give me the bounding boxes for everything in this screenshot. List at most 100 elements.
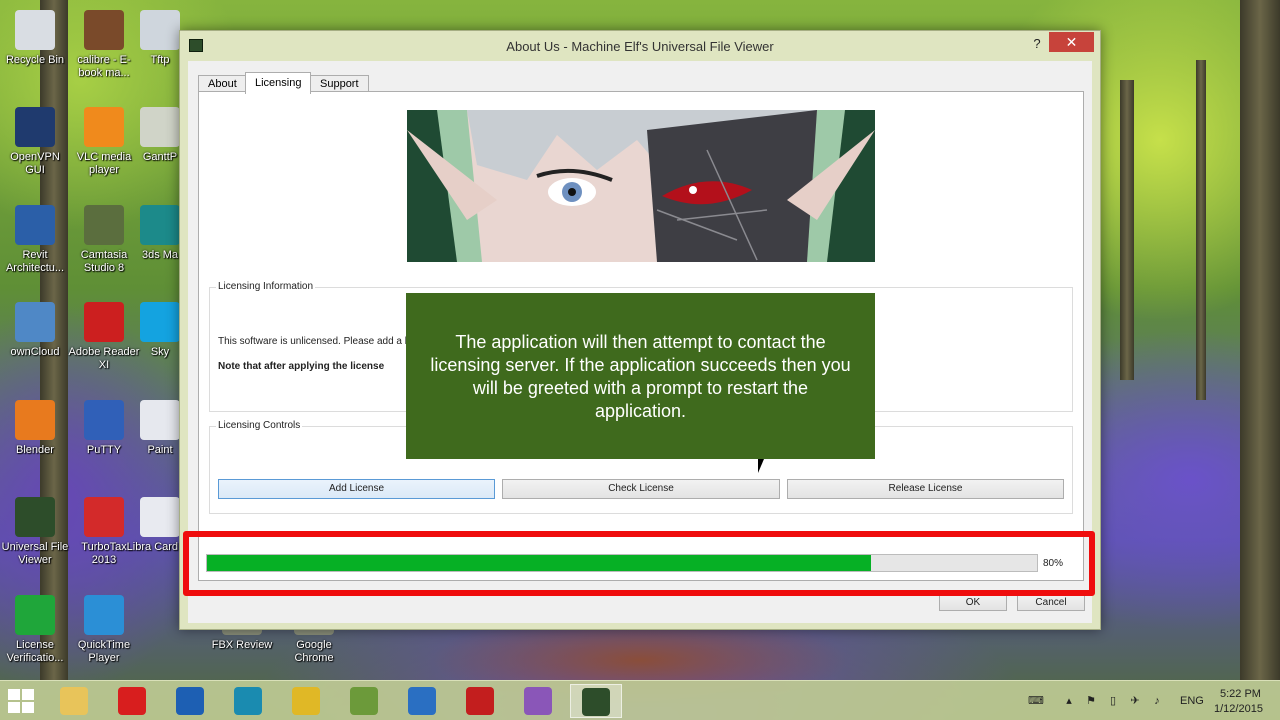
- tab-licensing[interactable]: Licensing: [245, 72, 312, 94]
- taskbar-button[interactable]: [164, 684, 216, 718]
- desktop-icon-label: Camtasia Studio 8: [80, 249, 128, 274]
- desktop-icon-label: FBX Review: [211, 639, 273, 651]
- check-license-button[interactable]: Check License: [502, 479, 780, 499]
- airplane-icon[interactable]: ✈: [1128, 695, 1142, 707]
- putty-icon: [84, 400, 124, 440]
- revit-icon: [15, 205, 55, 245]
- 3dsmax-icon: [140, 205, 180, 245]
- network-icon: [234, 687, 262, 715]
- license-note-text: Note that after applying the license: [218, 361, 385, 372]
- taskbar-button[interactable]: [338, 684, 390, 718]
- keyboard-icon[interactable]: ⌨: [1024, 695, 1048, 707]
- desktop-icon-label: Sky: [150, 346, 170, 358]
- desktop-icon-label: OpenVPN GUI: [10, 151, 60, 176]
- cancel-button[interactable]: Cancel: [1017, 594, 1085, 611]
- clock-time[interactable]: 5:22 PM: [1220, 688, 1261, 700]
- windows-logo-icon: [8, 689, 20, 700]
- taskbar-button[interactable]: [48, 684, 100, 718]
- desktop-icon-label: Google Chrome: [294, 639, 334, 664]
- close-button[interactable]: ✕: [1049, 32, 1094, 52]
- desktop-icon-label: License Verificatio...: [6, 639, 64, 664]
- flag-icon[interactable]: ⚑: [1084, 695, 1098, 707]
- desktop-icon[interactable]: Revit Architectu...: [0, 205, 71, 275]
- taskbar-button[interactable]: [222, 684, 274, 718]
- opera-icon: [118, 687, 146, 715]
- desktop-icon[interactable]: Universal File Viewer: [0, 497, 71, 567]
- taskbar-button[interactable]: [280, 684, 332, 718]
- tftp-icon: [140, 10, 180, 50]
- progress-percent: 80%: [1043, 558, 1064, 569]
- desktop-icon-label: Revit Architectu...: [5, 249, 65, 274]
- license-progress-bar: [206, 554, 1038, 572]
- desktop-icon[interactable]: Blender: [0, 400, 71, 457]
- windows-logo-icon: [22, 702, 34, 713]
- tree-trunk: [1196, 60, 1206, 400]
- taskbar: ⌨ ▴ ⚑ ▯ ✈ ♪ ENG 5:22 PM 1/12/2015: [0, 680, 1280, 720]
- desktop-icon[interactable]: ownCloud: [0, 302, 71, 359]
- desktop-icon[interactable]: OpenVPN GUI: [0, 107, 71, 177]
- tree-trunk: [1120, 80, 1134, 380]
- desktop-icon[interactable]: License Verificatio...: [0, 595, 71, 665]
- gantt-icon: [140, 107, 180, 147]
- firefox-icon: [408, 687, 436, 715]
- ok-button[interactable]: OK: [939, 594, 1007, 611]
- taskbar-button[interactable]: [570, 684, 622, 718]
- library-card-icon: [140, 497, 180, 537]
- app-icon: [350, 687, 378, 715]
- turbotax-icon: [84, 497, 124, 537]
- vlc-icon: [84, 107, 124, 147]
- taskbar-button[interactable]: [512, 684, 564, 718]
- blender-icon: [15, 400, 55, 440]
- desktop-icon[interactable]: QuickTime Player: [68, 595, 140, 665]
- release-license-button[interactable]: Release License: [787, 479, 1064, 499]
- desktop-icon-label: PuTTY: [86, 444, 122, 456]
- skype-icon: [140, 302, 180, 342]
- desktop-icon-label: Blender: [16, 444, 54, 456]
- file-explorer-icon: [60, 687, 88, 715]
- taskbar-button[interactable]: [454, 684, 506, 718]
- adobe-reader-icon: [84, 302, 124, 342]
- desktop-icon-label: ownCloud: [10, 346, 60, 358]
- device-icon[interactable]: ▯: [1106, 695, 1120, 707]
- calibre-icon: [84, 10, 124, 50]
- windows-logo-icon: [8, 702, 20, 713]
- desktop-icon-label: Universal File Viewer: [1, 541, 69, 566]
- desktop-icon-label: TurboTax 2013: [81, 541, 127, 566]
- title-bar[interactable]: About Us - Machine Elf's Universal File …: [180, 31, 1100, 61]
- paint-icon: [140, 400, 180, 440]
- elf-banner-image: [407, 110, 875, 262]
- help-button[interactable]: ?: [1026, 35, 1048, 53]
- add-license-button[interactable]: Add License: [218, 479, 495, 499]
- progress-fill: [207, 555, 871, 571]
- taskbar-button[interactable]: [396, 684, 448, 718]
- openvpn-icon: [15, 107, 55, 147]
- filezilla-icon: [466, 687, 494, 715]
- tree-trunk: [1240, 0, 1280, 680]
- licensing-information-label: Licensing Information: [216, 281, 316, 292]
- universal-file-viewer-icon: [15, 497, 55, 537]
- chrome-icon: [292, 687, 320, 715]
- desktop-icon-label: GanttP: [142, 151, 178, 163]
- universal-file-viewer-icon: [582, 688, 610, 716]
- mouse-cursor: [758, 459, 764, 473]
- desktop-icon-label: Recycle Bin: [5, 54, 65, 66]
- tray-expand-icon[interactable]: ▴: [1062, 695, 1076, 707]
- taskbar-button[interactable]: [106, 684, 158, 718]
- desktop-icon[interactable]: Recycle Bin: [0, 10, 71, 67]
- windows-logo-icon: [22, 689, 34, 700]
- tutorial-caption: The application will then attempt to con…: [406, 293, 875, 459]
- outlook-icon: [176, 687, 204, 715]
- clock-date[interactable]: 1/12/2015: [1214, 703, 1263, 715]
- desktop-icon-label: Paint: [147, 444, 173, 456]
- owncloud-icon: [15, 302, 55, 342]
- start-button[interactable]: [8, 689, 34, 713]
- desktop-icon-label: calibre - E-book ma...: [77, 54, 131, 79]
- desktop-icon-label: 3ds Ma: [141, 249, 179, 261]
- desktop-icon-label: QuickTime Player: [77, 639, 131, 664]
- camtasia-icon: [84, 205, 124, 245]
- elf-portrait: [407, 110, 875, 262]
- quicktime-icon: [84, 595, 124, 635]
- desktop-icon-label: Tftp: [150, 54, 170, 66]
- volume-icon[interactable]: ♪: [1150, 695, 1164, 707]
- language-indicator[interactable]: ENG: [1180, 695, 1204, 707]
